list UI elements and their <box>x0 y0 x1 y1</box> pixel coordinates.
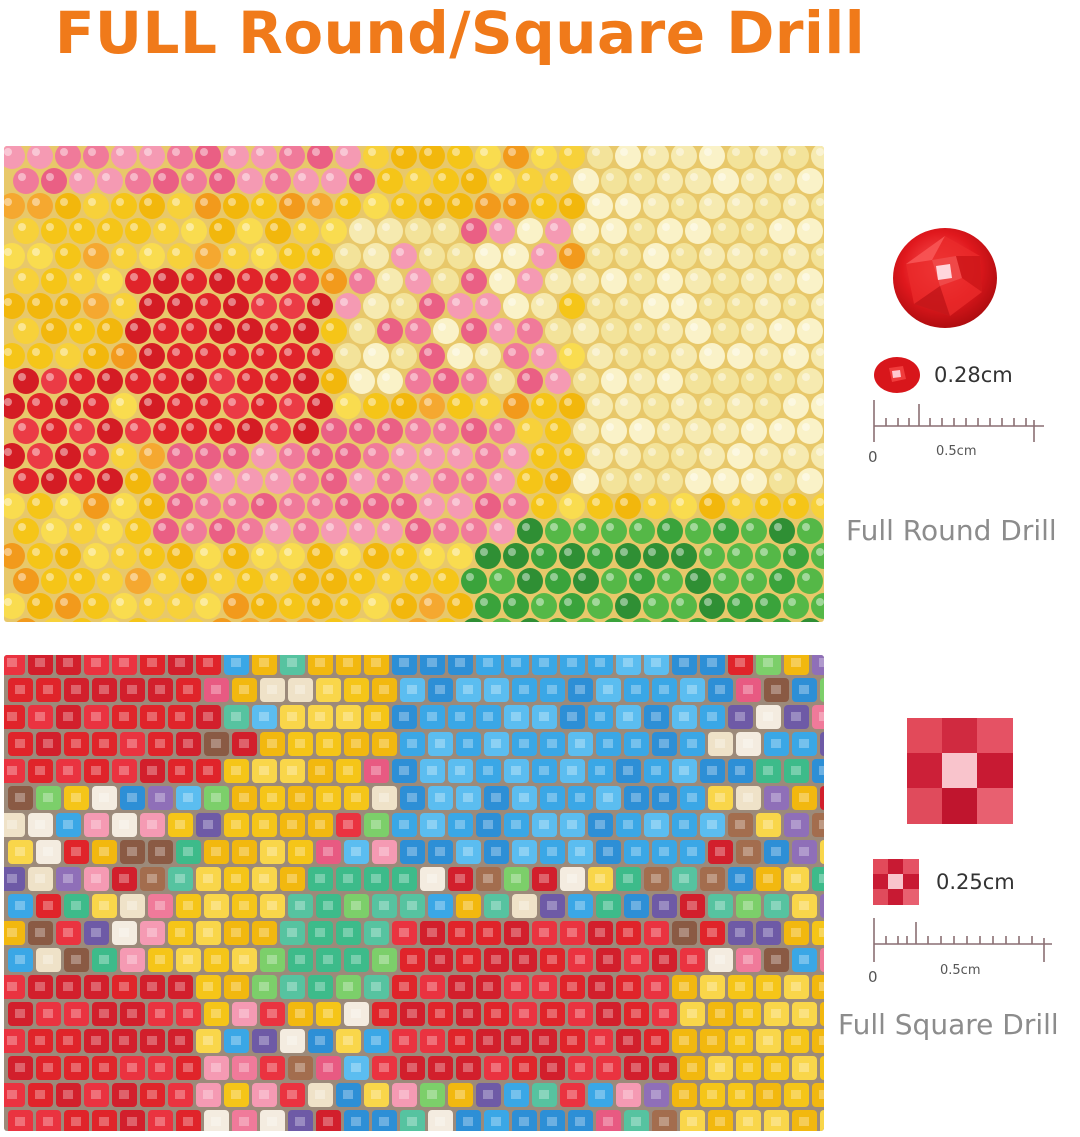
square-ruler-zero: 0 <box>868 968 878 986</box>
round-size-label: 0.28cm <box>934 363 1013 387</box>
round-ruler-zero: 0 <box>868 448 878 466</box>
square-size-label: 0.25cm <box>936 870 1015 894</box>
square-gem-large-icon <box>907 718 1013 824</box>
square-gem-small-icon <box>873 859 919 905</box>
square-ruler-mid: 0.5cm <box>940 963 981 978</box>
round-ruler-icon: 0 0.5cm <box>868 400 1044 466</box>
round-drill-photo <box>4 146 824 622</box>
round-gem-small-icon <box>874 357 920 393</box>
square-drill-photo <box>4 655 824 1131</box>
square-ruler-icon: 0 0.5cm <box>868 918 1052 986</box>
page-title: FULL Round/Square Drill <box>54 0 866 67</box>
round-ruler-mid: 0.5cm <box>936 444 977 459</box>
round-gem-large-icon <box>893 228 997 328</box>
round-drill-caption: Full Round Drill <box>846 514 1057 547</box>
square-drill-caption: Full Square Drill <box>838 1008 1059 1041</box>
